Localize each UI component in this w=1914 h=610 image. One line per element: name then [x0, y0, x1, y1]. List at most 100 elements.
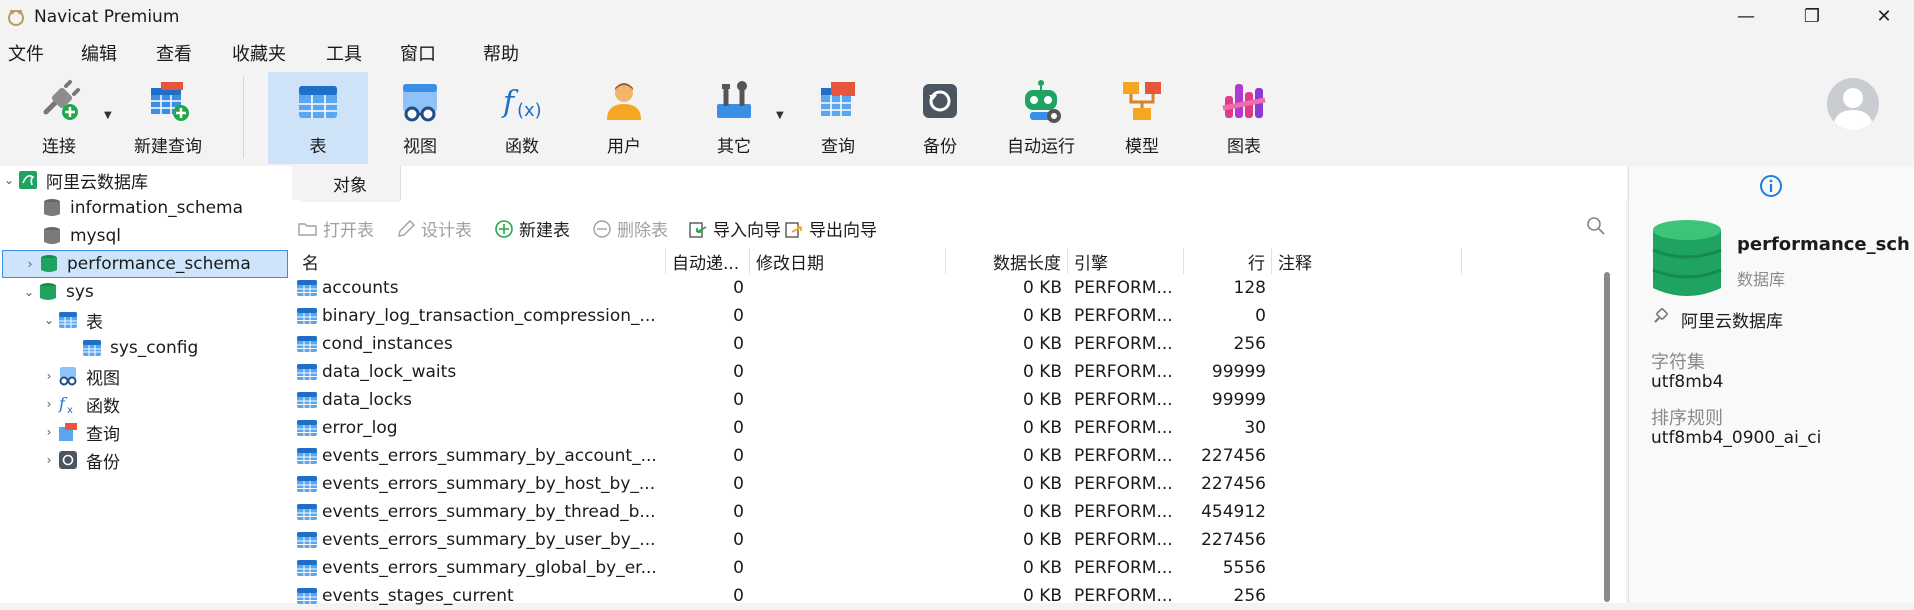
model-button[interactable]: 模型 [1104, 72, 1180, 164]
cell-text: 0 KB [1022, 278, 1062, 298]
cell-text: 0 KB [1022, 306, 1062, 326]
table-row[interactable]: events_stages_current 0 0 KB PERFORM... 256 [296, 582, 1598, 610]
connect-dropdown-icon[interactable]: ▼ [104, 110, 112, 121]
maximize-button[interactable]: ❐ [1782, 0, 1842, 33]
close-button[interactable]: ✕ [1854, 0, 1914, 33]
table-row[interactable]: events_errors_summary_by_thread_b... 0 0 K… [296, 498, 1598, 526]
user-button[interactable]: 用户 [586, 72, 662, 164]
table-row[interactable]: error_log 0 0 KB PERFORM... 30 [296, 414, 1598, 442]
other-dropdown-icon[interactable]: ▼ [776, 110, 784, 121]
query-button[interactable]: 查询 [800, 72, 876, 164]
import-wizard-button[interactable]: 导入向导 [688, 216, 781, 241]
tree-table-sys-config[interactable]: sys_config [82, 334, 198, 362]
connect-button[interactable]: 连接 [28, 72, 90, 164]
table-icon [297, 420, 317, 436]
export-wizard-button[interactable]: 导出向导 [784, 216, 877, 241]
info-collation-label: 排序规则 [1651, 408, 1723, 429]
cell-text: 0 [733, 502, 744, 522]
cell-modified [750, 442, 946, 470]
tree-sys-tables[interactable]: ⌄ 表 [40, 306, 103, 334]
tree-sys-functions[interactable]: › fx 函数 [40, 390, 120, 418]
automation-label: 自动运行 [1007, 137, 1075, 157]
table-row[interactable]: events_errors_summary_by_user_by_... 0 0 K… [296, 526, 1598, 554]
menu-tools[interactable]: 工具 [326, 40, 362, 66]
tree-db-information-schema[interactable]: information_schema [24, 194, 243, 222]
collapse-arrow-icon[interactable]: ⌄ [40, 313, 58, 327]
table-row[interactable]: events_errors_summary_global_by_er... 0 0 … [296, 554, 1598, 582]
table-row[interactable]: cond_instances 0 0 KB PERFORM... 256 [296, 330, 1598, 358]
view-button[interactable]: 视图 [382, 72, 458, 164]
cell-rows: 30 [1184, 414, 1272, 442]
info-charset-value: utf8mb4 [1651, 372, 1724, 392]
automation-button[interactable]: 自动运行 [996, 72, 1086, 164]
backup-button[interactable]: 备份 [902, 72, 978, 164]
column-header-auto-increment[interactable]: 自动递... [666, 248, 750, 274]
column-header-modified-date[interactable]: 修改日期 [750, 248, 946, 274]
delete-table-button[interactable]: 删除表 [592, 216, 668, 241]
collapse-arrow-icon[interactable]: ⌄ [0, 173, 18, 187]
search-icon[interactable] [1586, 216, 1606, 236]
tree-db-sys[interactable]: ⌄ sys [20, 278, 94, 306]
menu-favorites[interactable]: 收藏夹 [232, 40, 286, 66]
tree-connection[interactable]: ⌄ 阿里云数据库 [0, 166, 148, 194]
expand-arrow-icon[interactable]: › [21, 257, 39, 271]
cell-text: PERFORM... [1074, 390, 1173, 410]
chart-button[interactable]: 图表 [1206, 72, 1282, 164]
cell-auto: 0 [666, 386, 750, 414]
menu-view[interactable]: 查看 [156, 40, 192, 66]
cell-text: 0 KB [1022, 474, 1062, 494]
table-row[interactable]: binary_log_transaction_compression_... 0 0… [296, 302, 1598, 330]
tree-sys-queries[interactable]: › 查询 [40, 418, 120, 446]
folder-open-icon [298, 222, 317, 236]
cell-text: 0 KB [1022, 418, 1062, 438]
design-table-button[interactable]: 设计表 [396, 216, 472, 241]
expand-arrow-icon[interactable]: › [40, 369, 58, 383]
model-label: 模型 [1125, 137, 1159, 157]
connection-name: 阿里云数据库 [46, 172, 148, 193]
expand-arrow-icon[interactable]: › [40, 425, 58, 439]
tree-sys-views[interactable]: › 视图 [40, 362, 120, 390]
table-row[interactable]: accounts 0 0 KB PERFORM... 128 [296, 274, 1598, 302]
menu-bar: 文件 编辑 查看 收藏夹 工具 窗口 帮助 [0, 36, 1914, 66]
menu-help[interactable]: 帮助 [483, 40, 519, 66]
new-query-button[interactable]: 新建查询 [128, 72, 208, 164]
new-table-button[interactable]: 新建表 [494, 216, 570, 241]
table-button[interactable]: 表 [268, 72, 368, 164]
table-row[interactable]: data_locks 0 0 KB PERFORM... 99999 [296, 386, 1598, 414]
column-header-name[interactable]: 名 [296, 248, 666, 274]
open-table-button[interactable]: 打开表 [298, 216, 374, 241]
column-header-engine[interactable]: 引擎 [1068, 248, 1184, 274]
table-row[interactable]: events_errors_summary_by_account_... 0 0 K… [296, 442, 1598, 470]
column-header-rows[interactable]: 行 [1184, 248, 1272, 274]
tree-db-performance-schema[interactable]: › performance_schema [2, 250, 288, 278]
cell-rows: 99999 [1184, 358, 1272, 386]
expand-arrow-icon[interactable]: › [40, 397, 58, 411]
table-icon [299, 86, 337, 118]
tree-db-mysql[interactable]: mysql [24, 222, 121, 250]
cell-text: 0 KB [1022, 362, 1062, 382]
table-icon [297, 588, 317, 604]
column-header-comment[interactable]: 注释 [1272, 248, 1462, 274]
column-header-data-length[interactable]: 数据长度 [946, 248, 1068, 274]
cell-modified [750, 526, 946, 554]
tree-sys-backups[interactable]: › 备份 [40, 446, 120, 474]
user-avatar[interactable] [1827, 78, 1879, 130]
cell-text: 227456 [1201, 530, 1266, 550]
vertical-scrollbar[interactable] [1604, 272, 1610, 602]
menu-edit[interactable]: 编辑 [81, 40, 117, 66]
collapse-arrow-icon[interactable]: ⌄ [20, 285, 38, 299]
expand-arrow-icon[interactable]: › [40, 453, 58, 467]
table-row[interactable]: events_errors_summary_by_host_by_... 0 0 K… [296, 470, 1598, 498]
tab-objects[interactable]: 对象 [300, 166, 400, 202]
new-table-label: 新建表 [519, 221, 570, 241]
menu-window[interactable]: 窗口 [400, 40, 436, 66]
other-button[interactable]: 其它 [696, 72, 772, 164]
menu-file[interactable]: 文件 [8, 40, 44, 66]
cell-engine: PERFORM... [1068, 442, 1184, 470]
table-row[interactable]: data_lock_waits 0 0 KB PERFORM... 99999 [296, 358, 1598, 386]
info-icon[interactable] [1759, 174, 1783, 198]
minimize-button[interactable]: — [1716, 0, 1776, 33]
function-button[interactable]: f (x) 函数 [484, 72, 560, 164]
table-icon [297, 448, 317, 464]
tools-wrench-icon [717, 81, 751, 118]
